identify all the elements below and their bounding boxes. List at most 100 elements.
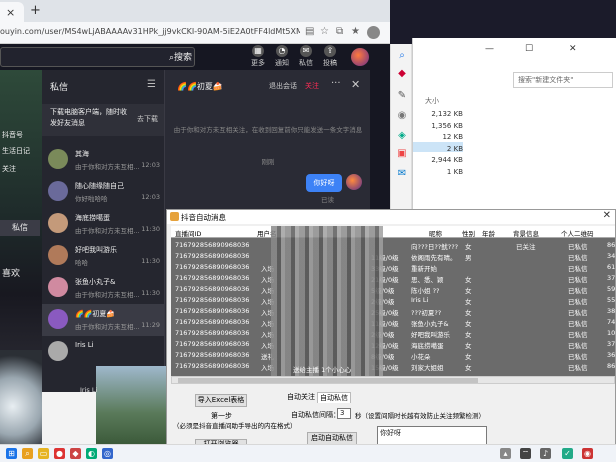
- grid-header: 直播间ID 用户名 昵称 性别 年龄 背景信息 个人二维码: [171, 226, 615, 238]
- list-item[interactable]: 好吧我叫游乐 哈哈 11:30: [42, 240, 164, 272]
- table-row[interactable]: 716792856890968036入场2级/0级好吧我叫游乐女已私信101: [171, 327, 615, 339]
- cell-status: 已私信: [568, 297, 588, 306]
- video-thumbnail[interactable]: [96, 366, 166, 444]
- list-item[interactable]: Iris Li: [42, 336, 164, 368]
- col-nickname[interactable]: 昵称: [429, 228, 442, 238]
- list-item[interactable]: 张鱼小丸子& 由于你和对方未互相... 11:30: [42, 272, 164, 304]
- import-excel-button[interactable]: 导入Excel表格: [195, 394, 247, 407]
- col-info[interactable]: 背景信息: [513, 228, 539, 238]
- outlook-icon[interactable]: ✉: [396, 168, 408, 180]
- shopping-icon[interactable]: ◆: [396, 68, 408, 80]
- search-input[interactable]: ⌕搜索: [0, 47, 195, 67]
- close-icon[interactable]: ✕: [603, 210, 611, 221]
- tray-icon[interactable]: ▴: [500, 448, 511, 459]
- exit-chat-button[interactable]: 退出会话: [269, 81, 297, 91]
- avatar: [48, 245, 68, 265]
- header-notify[interactable]: ◔ 通知: [271, 45, 293, 68]
- chrome-icon[interactable]: ●: [54, 448, 65, 459]
- close-icon[interactable]: ✕: [351, 78, 360, 91]
- explorer-search-input[interactable]: 搜索"新建文件夹": [513, 72, 613, 88]
- cell-status: 已私信: [568, 319, 588, 328]
- avatar[interactable]: [351, 48, 369, 66]
- tray-app-icon[interactable]: ◉: [582, 448, 593, 459]
- close-tab-icon[interactable]: ×: [6, 6, 15, 19]
- profile-avatar[interactable]: [367, 26, 380, 39]
- table-row[interactable]: 716792856890968036 11级/0级 依阁雨先有晴。男已私信 34: [171, 250, 615, 262]
- table-row[interactable]: 716792856890968036入场33级/0级重新开始已私信614: [171, 261, 615, 273]
- network-icon[interactable]: ⌔: [520, 448, 531, 459]
- office-icon[interactable]: ▣: [396, 148, 408, 160]
- table-row[interactable]: 716792856890968036入场2级/0级Iris Li女已私信557: [171, 294, 615, 306]
- col-gender[interactable]: 性别: [462, 228, 475, 238]
- conversation-name: 随心随缘随自己: [75, 182, 124, 190]
- list-item[interactable]: 随心随缘随自己 你好啦哈哈 12:03: [42, 176, 164, 208]
- tab-auto-follow[interactable]: 自动关注: [287, 392, 315, 402]
- table-row[interactable]: 716792856890968036送礼8级/0级小花朵女已私信367: [171, 349, 615, 361]
- conversation-time: 11:30: [141, 289, 160, 297]
- address-bar[interactable]: ouyin.com/user/MS4wLjABAAAAv31HPk_jj9vkC…: [0, 27, 300, 36]
- follow-label[interactable]: 关注: [2, 164, 16, 174]
- games-icon[interactable]: ◉: [396, 110, 408, 122]
- table-row[interactable]: 716792856890968036 入场 15级/0级 刘家大姐姐女已私信 86: [171, 360, 615, 372]
- favorite-star-icon[interactable]: ☆: [320, 26, 329, 37]
- follow-button[interactable]: 关注: [305, 81, 319, 91]
- minimize-icon[interactable]: —: [485, 44, 494, 54]
- scrollbar-thumb[interactable]: [178, 378, 478, 383]
- edge-icon[interactable]: ◐: [86, 448, 97, 459]
- avatar: [346, 174, 362, 190]
- conversation-name: 张鱼小丸子&: [75, 278, 116, 286]
- gift-note: 送给主播 1个小心心: [293, 366, 352, 374]
- collections-icon[interactable]: ⧉: [336, 26, 343, 37]
- app-icon[interactable]: ◎: [102, 448, 113, 459]
- message-textarea[interactable]: 你好呀: [377, 426, 487, 445]
- search-icon[interactable]: ⌕: [396, 50, 408, 62]
- windows-icon[interactable]: ⊞: [6, 448, 17, 459]
- browser-tab[interactable]: ×: [0, 2, 24, 22]
- cell-id: 716792856890968036: [175, 328, 250, 337]
- col-room-id[interactable]: 直播间ID: [175, 228, 201, 238]
- tray-app-icon[interactable]: ✓: [562, 448, 573, 459]
- reader-icon[interactable]: ▤: [305, 26, 314, 37]
- more-icon[interactable]: ···: [331, 78, 341, 89]
- header-dm[interactable]: ✉ 私信: [295, 45, 317, 68]
- tag-icon[interactable]: ◈: [396, 130, 408, 142]
- table-row[interactable]: 716792856890968036入场5级/0级陈小姐 ??女已私信592: [171, 283, 615, 295]
- list-item[interactable]: 🌈🌈初夏🍰 由于你和对方未互相... 11:29: [42, 304, 164, 336]
- new-tab-icon[interactable]: +: [30, 3, 41, 18]
- table-row[interactable]: 716792856890968036 向???日??鱿??? 女 已关注 已私信 864: [171, 239, 615, 251]
- cell-id: 716792856890968036: [175, 306, 250, 315]
- col-age[interactable]: 年龄: [482, 228, 495, 238]
- col-qrcode[interactable]: 个人二维码: [561, 228, 594, 238]
- header-upload[interactable]: ⇪ 投稿: [319, 45, 341, 68]
- table-row[interactable]: 716792856890968036入场25级/0级???初夏??女已私信387…: [171, 305, 615, 317]
- cell-nick: Iris Li: [411, 295, 429, 304]
- upload-icon: ⇪: [324, 45, 336, 57]
- size-column-header[interactable]: 大小: [425, 96, 439, 106]
- app-icon[interactable]: ◆: [70, 448, 81, 459]
- dm-button[interactable]: 私信: [0, 220, 40, 236]
- explorer-icon[interactable]: ▭: [38, 448, 49, 459]
- grid-icon: ▦: [252, 45, 264, 57]
- table-row[interactable]: 716792856890968036入场21级/0级思、悉、颖女已私信373: [171, 272, 615, 284]
- user-data-grid[interactable]: 直播间ID 用户名 昵称 性别 年龄 背景信息 个人二维码 7167928568…: [171, 226, 615, 376]
- list-item[interactable]: 其海 由于你和对方未互相... 12:03: [42, 144, 164, 176]
- cell-id: 716792856890968036: [175, 284, 250, 293]
- search-button[interactable]: ⌕搜索: [169, 50, 192, 63]
- table-row[interactable]: 716792856890968036 入场 11级/0级 张鱼小丸子& 女已私信 74: [171, 316, 615, 328]
- horizontal-scrollbar[interactable]: [171, 376, 615, 384]
- close-icon[interactable]: ✕: [569, 44, 577, 54]
- volume-icon[interactable]: ♪: [540, 448, 551, 459]
- tools-icon[interactable]: ✎: [396, 90, 408, 102]
- table-row[interactable]: 716792856890968036入场12级/0级海底捞噶蛋女已私信372: [171, 338, 615, 350]
- window-controls: — ☐ ✕: [485, 44, 605, 54]
- interval-input[interactable]: 3: [337, 408, 351, 419]
- menu-icon[interactable]: ☰: [147, 79, 156, 90]
- maximize-icon[interactable]: ☐: [525, 44, 533, 54]
- search-icon[interactable]: ⌕: [22, 448, 33, 459]
- list-item[interactable]: 海底捞噶蛋 由于你和对方未互相... 11:30: [42, 208, 164, 240]
- favorites-icon[interactable]: ★: [351, 26, 360, 37]
- download-button[interactable]: 去下载: [137, 114, 158, 124]
- likes-tab[interactable]: 喜欢: [2, 266, 20, 279]
- tab-auto-dm[interactable]: 自动私信: [317, 392, 351, 403]
- header-more[interactable]: ▦ 更多: [247, 45, 269, 68]
